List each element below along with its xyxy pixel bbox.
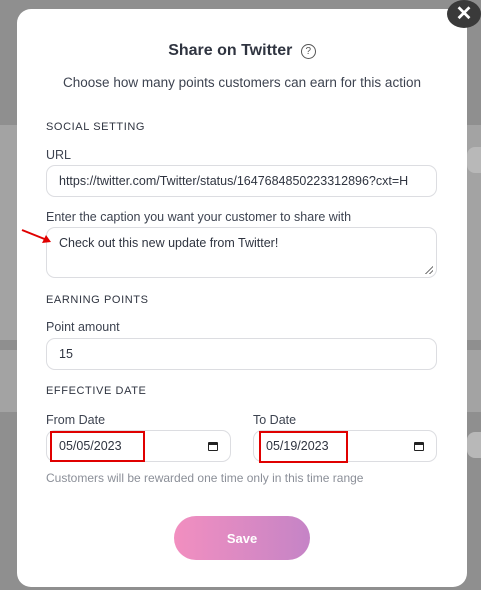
modal-title: Share on Twitter (168, 42, 293, 59)
section-earning-points: EARNING POINTS (46, 294, 149, 306)
section-social-setting: SOCIAL SETTING (46, 121, 146, 133)
close-icon: ✕ (455, 3, 473, 25)
background-pill-top (467, 147, 481, 173)
calendar-icon[interactable] (208, 441, 218, 451)
point-amount-label: Point amount (46, 320, 120, 334)
point-amount-value: 15 (59, 347, 73, 361)
calendar-icon[interactable] (414, 441, 424, 451)
save-button[interactable]: Save (174, 516, 310, 560)
date-range-hint: Customers will be rewarded one time only… (46, 471, 364, 485)
caption-textarea[interactable]: Check out this new update from Twitter! (46, 227, 437, 278)
highlight-box-from-date (50, 431, 145, 462)
help-icon[interactable]: ? (300, 44, 316, 59)
highlight-box-to-date (259, 431, 348, 463)
caption-textarea-value: Check out this new update from Twitter! (59, 236, 279, 250)
caption-label: Enter the caption you want your customer… (46, 210, 352, 224)
url-input[interactable]: https://twitter.com/Twitter/status/16476… (46, 165, 437, 197)
red-arrow-annotation-icon (21, 229, 51, 243)
from-date-label: From Date (46, 413, 106, 427)
close-button[interactable]: ✕ (447, 0, 481, 28)
section-effective-date: EFFECTIVE DATE (46, 385, 147, 397)
url-label: URL (46, 148, 72, 162)
point-amount-input[interactable]: 15 (46, 338, 437, 370)
modal-title-row: Share on Twitter ? (17, 42, 467, 60)
url-input-value: https://twitter.com/Twitter/status/16476… (59, 174, 409, 188)
share-twitter-modal: Share on Twitter ? Choose how many point… (17, 9, 467, 587)
background-pill-bottom (467, 432, 481, 458)
to-date-label: To Date (253, 413, 297, 427)
resize-grip-icon[interactable] (425, 266, 433, 274)
modal-subtitle: Choose how many points customers can ear… (63, 75, 421, 90)
